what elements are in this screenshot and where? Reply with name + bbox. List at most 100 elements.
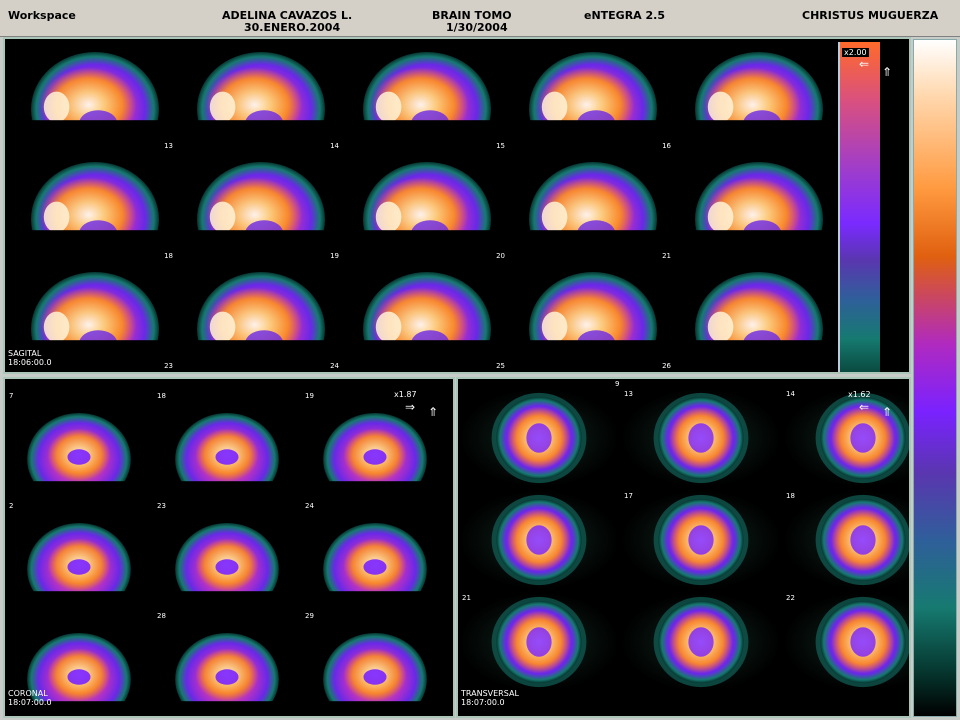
slice-image[interactable]: 21 bbox=[513, 151, 673, 261]
arrow-left-icon[interactable]: ⇐ bbox=[859, 58, 869, 70]
slice-number: 21 bbox=[662, 252, 671, 260]
arrow-up-icon[interactable]: ⇑ bbox=[882, 66, 892, 78]
brain-slice-svg bbox=[347, 52, 507, 151]
brain-slice-svg bbox=[303, 523, 447, 611]
slice-number: 2 bbox=[9, 502, 14, 510]
slice-image[interactable] bbox=[460, 491, 618, 589]
slice-image[interactable]: 19 bbox=[181, 151, 341, 261]
slice-number: 15 bbox=[496, 142, 505, 150]
coronal-zoom-label: x1.87 bbox=[394, 390, 417, 399]
slice-image[interactable]: 18 bbox=[784, 491, 909, 589]
sagital-panel[interactable]: 13 14 15 16 18 19 20 21 23 24 25 26 bbox=[3, 37, 911, 374]
slice-image[interactable]: 21 bbox=[460, 593, 618, 691]
slice-image[interactable]: 20 bbox=[347, 151, 507, 261]
slice-image[interactable]: 14 bbox=[181, 41, 341, 151]
brain-slice-svg bbox=[679, 52, 839, 151]
arrow-right-icon[interactable]: ⇒ bbox=[405, 401, 415, 413]
arrow-up-icon[interactable]: ⇑ bbox=[428, 406, 438, 418]
slice-image[interactable]: 17 bbox=[622, 491, 780, 589]
slice-number: 20 bbox=[496, 252, 505, 260]
slice-number: 18 bbox=[157, 392, 166, 400]
slice-image[interactable]: 19 bbox=[303, 391, 447, 501]
slice-image[interactable]: 7 bbox=[7, 391, 151, 501]
brain-slice-svg bbox=[155, 633, 299, 716]
brain-slice-svg bbox=[7, 523, 151, 611]
slice-number: 25 bbox=[496, 362, 505, 370]
slice-image[interactable] bbox=[679, 151, 839, 261]
brain-slice-svg bbox=[15, 52, 175, 151]
arrow-left-icon[interactable]: ⇐ bbox=[859, 401, 869, 413]
slice-number: 7 bbox=[9, 392, 14, 400]
coronal-title: CORONAL bbox=[8, 689, 48, 698]
sagital-label: SAGITAL 18:06:00.0 bbox=[8, 349, 52, 367]
transversal-label: TRANSVERSAL 18:07:00.0 bbox=[461, 689, 519, 707]
brain-slice-svg bbox=[784, 593, 909, 691]
slice-image[interactable]: 18 bbox=[155, 391, 299, 501]
patient-date: 30.ENERO.2004 bbox=[244, 21, 341, 34]
slice-number: 16 bbox=[662, 142, 671, 150]
slice-image[interactable] bbox=[679, 41, 839, 151]
slice-image[interactable]: 28 bbox=[155, 611, 299, 716]
coronal-panel[interactable]: 7 18 19 2 23 24 28 29 bbox=[3, 377, 455, 718]
sagital-zoom-label: x2.00 bbox=[842, 48, 869, 57]
slice-image[interactable] bbox=[679, 261, 839, 371]
brain-slice-svg bbox=[7, 413, 151, 501]
brain-slice-svg bbox=[679, 272, 839, 371]
brain-slice-svg bbox=[622, 389, 780, 487]
coronal-label: CORONAL 18:07:00.0 bbox=[8, 689, 52, 707]
slice-number: 19 bbox=[305, 392, 314, 400]
slice-image[interactable]: 13 bbox=[15, 41, 175, 151]
brain-slice-svg bbox=[622, 593, 780, 691]
brain-slice-svg bbox=[155, 523, 299, 611]
slice-image[interactable]: 18 bbox=[15, 151, 175, 261]
color-scale-bar[interactable] bbox=[913, 39, 957, 717]
slice-number: 24 bbox=[330, 362, 339, 370]
slice-number: 17 bbox=[624, 492, 633, 500]
slice-image[interactable]: 29 bbox=[303, 611, 447, 716]
slice-number: 26 bbox=[662, 362, 671, 370]
study-date: 1/30/2004 bbox=[446, 21, 508, 34]
coronal-time: 18:07:00.0 bbox=[8, 698, 52, 707]
slice-image[interactable] bbox=[622, 593, 780, 691]
brain-slice-svg bbox=[513, 52, 673, 151]
slice-image[interactable]: 15 bbox=[347, 41, 507, 151]
brain-slice-svg bbox=[347, 162, 507, 261]
slice-number: 23 bbox=[157, 502, 166, 510]
brain-slice-svg bbox=[347, 272, 507, 371]
transversal-panel[interactable]: 910131417182122 bbox=[456, 377, 911, 718]
brain-slice-svg bbox=[679, 162, 839, 261]
transversal-zoom-label: x1.62 bbox=[848, 390, 871, 399]
lut-colorbar[interactable] bbox=[838, 42, 880, 372]
slice-image[interactable]: 26 bbox=[513, 261, 673, 371]
brain-slice-svg bbox=[155, 413, 299, 501]
slice-number: 28 bbox=[157, 612, 166, 620]
brain-slice-svg bbox=[460, 593, 618, 691]
slice-image[interactable]: 2 bbox=[7, 501, 151, 611]
brain-slice-svg bbox=[15, 162, 175, 261]
brain-slice-svg bbox=[622, 491, 780, 589]
slice-number: 14 bbox=[786, 390, 795, 398]
slice-image[interactable]: 23 bbox=[155, 501, 299, 611]
brain-slice-svg bbox=[513, 162, 673, 261]
brain-slice-svg bbox=[784, 491, 909, 589]
slice-number: 22 bbox=[786, 594, 795, 602]
slice-number: 13 bbox=[624, 390, 633, 398]
title-bar: Workspace ADELINA CAVAZOS L. 30.ENERO.20… bbox=[0, 0, 960, 37]
software-version: eNTEGRA 2.5 bbox=[584, 9, 666, 22]
brain-slice-svg bbox=[303, 633, 447, 716]
brain-slice-svg bbox=[303, 413, 447, 501]
arrow-up-icon[interactable]: ⇑ bbox=[882, 406, 892, 418]
workspace-label[interactable]: Workspace bbox=[8, 9, 76, 22]
slice-image[interactable]: 24 bbox=[303, 501, 447, 611]
sagital-time: 18:06:00.0 bbox=[8, 358, 52, 367]
brain-slice-svg bbox=[460, 389, 618, 487]
slice-image[interactable]: 22 bbox=[784, 593, 909, 691]
sagital-title: SAGITAL bbox=[8, 349, 42, 358]
slice-image[interactable]: 25 bbox=[347, 261, 507, 371]
slice-image[interactable]: 13 bbox=[622, 389, 780, 487]
slice-image[interactable]: 24 bbox=[181, 261, 341, 371]
slice-number: 29 bbox=[305, 612, 314, 620]
slice-image[interactable] bbox=[460, 389, 618, 487]
slice-image[interactable]: 14 bbox=[784, 389, 909, 487]
slice-image[interactable]: 16 bbox=[513, 41, 673, 151]
